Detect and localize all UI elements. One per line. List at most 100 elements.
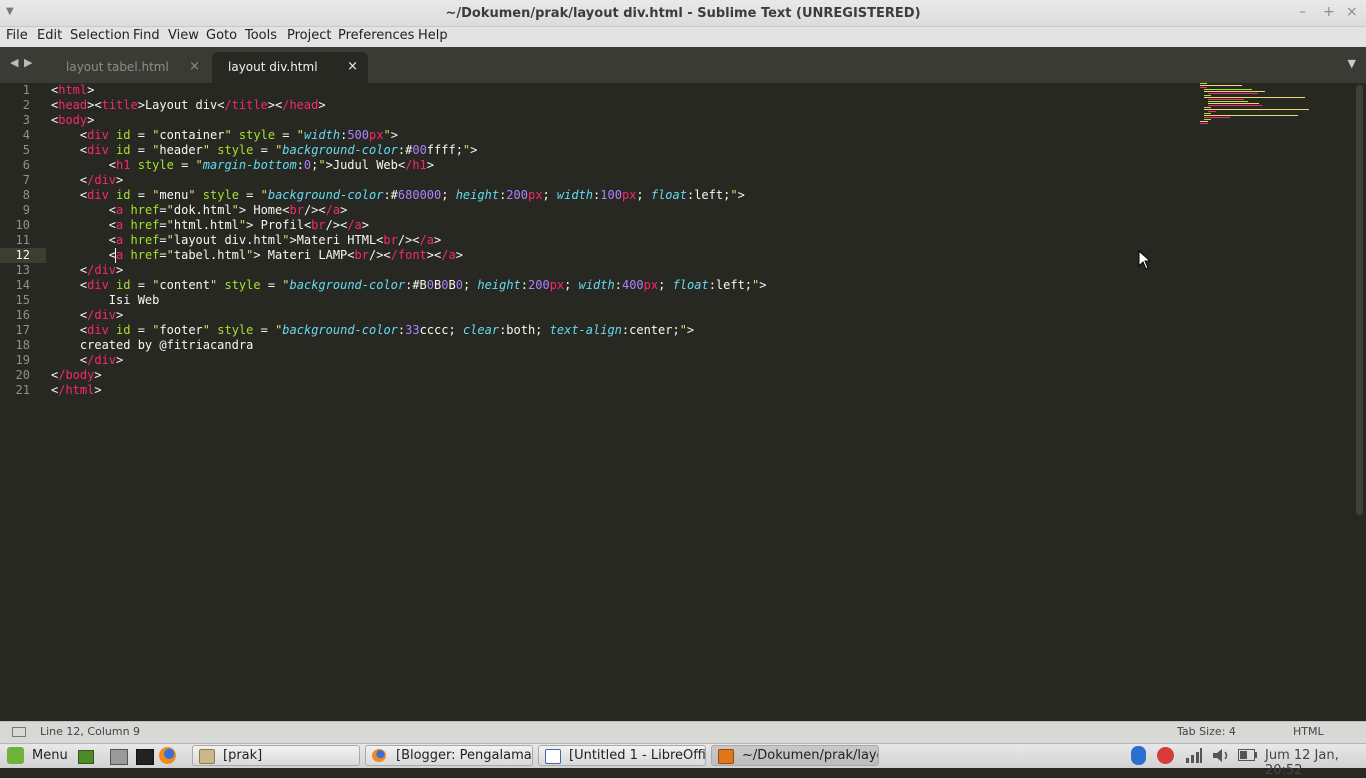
line-number: 3: [22, 113, 30, 127]
line-number: 11: [15, 233, 30, 247]
minimize-button[interactable]: –: [1299, 4, 1306, 20]
menu-bar: File Edit Selection Find View Goto Tools…: [0, 27, 1366, 47]
taskbar-window-label: [prak]: [223, 748, 263, 763]
taskbar-window-label: ~/Dokumen/prak/layo...: [742, 748, 878, 763]
vertical-scrollbar[interactable]: [1356, 85, 1363, 515]
code-line[interactable]: <div id = "content" style = "background-…: [51, 278, 767, 293]
tab-next-icon[interactable]: ▶: [24, 56, 32, 69]
menu-view[interactable]: View: [168, 28, 199, 43]
minimap-line: [1204, 119, 1211, 120]
bluetooth-icon[interactable]: [1131, 746, 1146, 765]
minimap-line: [1200, 83, 1207, 84]
code-line[interactable]: <h1 style = "margin-bottom:0;">Judul Web…: [51, 158, 434, 173]
start-menu-button[interactable]: Menu: [4, 746, 70, 766]
line-number: 14: [15, 278, 30, 292]
minimap-line: [1204, 91, 1265, 92]
mouse-pointer-icon: [1138, 250, 1152, 270]
code-line[interactable]: <div id = "menu" style = "background-col…: [51, 188, 745, 203]
code-line[interactable]: </div>: [51, 308, 123, 323]
sublime-icon: [718, 749, 734, 764]
code-line[interactable]: </div>: [51, 353, 123, 368]
line-number: 17: [15, 323, 30, 337]
close-window-button[interactable]: ×: [1346, 4, 1358, 20]
menu-preferences[interactable]: Preferences: [338, 28, 414, 43]
tab-list-dropdown-icon[interactable]: ▼: [1348, 57, 1356, 70]
syntax-selector[interactable]: HTML: [1293, 725, 1324, 738]
code-line[interactable]: <a href="html.html"> Profil<br/></a>: [51, 218, 369, 233]
code-line[interactable]: created by @fitriacandra: [51, 338, 253, 353]
tab-layout-tabel[interactable]: layout tabel.html ×: [50, 52, 210, 83]
code-line[interactable]: <div id = "header" style = "background-c…: [51, 143, 478, 158]
document-icon: [545, 749, 561, 764]
code-line[interactable]: </div>: [51, 263, 123, 278]
line-number: 9: [22, 203, 30, 217]
tab-close-icon[interactable]: ×: [189, 59, 200, 74]
line-number: 4: [22, 128, 30, 142]
taskbar-window-label: [Blogger: Pengalama...: [396, 748, 533, 763]
minimap-line: [1208, 101, 1248, 102]
file-manager-launcher-icon[interactable]: [110, 749, 128, 765]
clock[interactable]: Jum 12 Jan, 20:52: [1265, 748, 1366, 778]
taskbar-window-prak[interactable]: [prak]: [192, 745, 360, 766]
code-editor[interactable]: 1 2 3 4 5 6 7 8 9 10 11 12 13 14 15 16 1…: [0, 83, 1366, 721]
update-warning-icon[interactable]: [1157, 747, 1174, 764]
code-line[interactable]: <div id = "footer" style = "background-c…: [51, 323, 694, 338]
menu-help[interactable]: Help: [418, 28, 448, 43]
terminal-launcher-icon[interactable]: [136, 749, 154, 765]
tab-layout-div[interactable]: layout div.html ×: [212, 52, 368, 83]
code-line[interactable]: </body>: [51, 368, 102, 383]
line-number: 5: [22, 143, 30, 157]
battery-icon[interactable]: [1238, 749, 1258, 761]
line-number: 7: [22, 173, 30, 187]
menu-tools[interactable]: Tools: [245, 28, 277, 43]
line-number: 16: [15, 308, 30, 322]
menu-goto[interactable]: Goto: [206, 28, 237, 43]
code-line[interactable]: <head><title>Layout div</title></head>: [51, 98, 326, 113]
minimap-line: [1204, 115, 1298, 116]
minimap-line: [1204, 107, 1211, 108]
window-titlebar[interactable]: ▼ ~/Dokumen/prak/layout div.html - Subli…: [0, 0, 1366, 27]
minimap-line: [1208, 93, 1258, 94]
line-number: 21: [15, 383, 30, 397]
taskbar-window-label: [Untitled 1 - LibreOffi...: [569, 748, 706, 763]
line-number: 8: [22, 188, 30, 202]
show-panel-icon[interactable]: [12, 727, 26, 737]
taskbar-window-sublime[interactable]: ~/Dokumen/prak/layo...: [711, 745, 879, 766]
menu-selection[interactable]: Selection: [70, 28, 130, 43]
code-line[interactable]: <div id = "container" style = "width:500…: [51, 128, 398, 143]
code-line[interactable]: </html>: [51, 383, 102, 398]
menu-find[interactable]: Find: [133, 28, 160, 43]
volume-icon[interactable]: [1212, 748, 1232, 763]
taskbar-window-libreoffice[interactable]: [Untitled 1 - LibreOffi...: [538, 745, 706, 766]
minimap-line: [1200, 123, 1208, 124]
code-line[interactable]: </div>: [51, 173, 123, 188]
start-menu-label: Menu: [32, 748, 68, 763]
minimap-line: [1204, 117, 1231, 118]
code-line[interactable]: Isi Web: [51, 293, 160, 308]
menu-edit[interactable]: Edit: [37, 28, 62, 43]
minimap-line: [1208, 99, 1245, 100]
line-number: 18: [15, 338, 30, 352]
show-desktop-icon[interactable]: [78, 750, 94, 764]
code-line[interactable]: <a href="dok.html"> Home<br/></a>: [51, 203, 348, 218]
code-line[interactable]: <body>: [51, 113, 94, 128]
menu-project[interactable]: Project: [287, 28, 331, 43]
minimap[interactable]: [1200, 83, 1310, 125]
tab-prev-icon[interactable]: ◀: [10, 56, 18, 69]
tab-close-icon[interactable]: ×: [347, 59, 358, 74]
code-line[interactable]: <a href="layout div.html">Materi HTML<br…: [51, 233, 441, 248]
tab-size-selector[interactable]: Tab Size: 4: [1177, 725, 1236, 738]
minimap-line: [1200, 85, 1242, 86]
line-number-current: 12: [0, 248, 46, 263]
code-line[interactable]: <a href="tabel.html"> Materi LAMP<br/></…: [51, 248, 463, 263]
network-signal-icon[interactable]: [1185, 748, 1203, 763]
minimap-line: [1200, 87, 1207, 88]
code-line[interactable]: <html>: [51, 83, 94, 98]
firefox-launcher-icon[interactable]: [159, 747, 176, 764]
line-number: 6: [22, 158, 30, 172]
taskbar: Menu [prak] [Blogger: Pengalama... [Unti…: [0, 743, 1366, 778]
taskbar-window-blogger[interactable]: [Blogger: Pengalama...: [365, 745, 533, 766]
maximize-button[interactable]: +: [1323, 4, 1335, 20]
menu-file[interactable]: File: [6, 28, 28, 43]
tab-label: layout tabel.html: [66, 60, 169, 74]
